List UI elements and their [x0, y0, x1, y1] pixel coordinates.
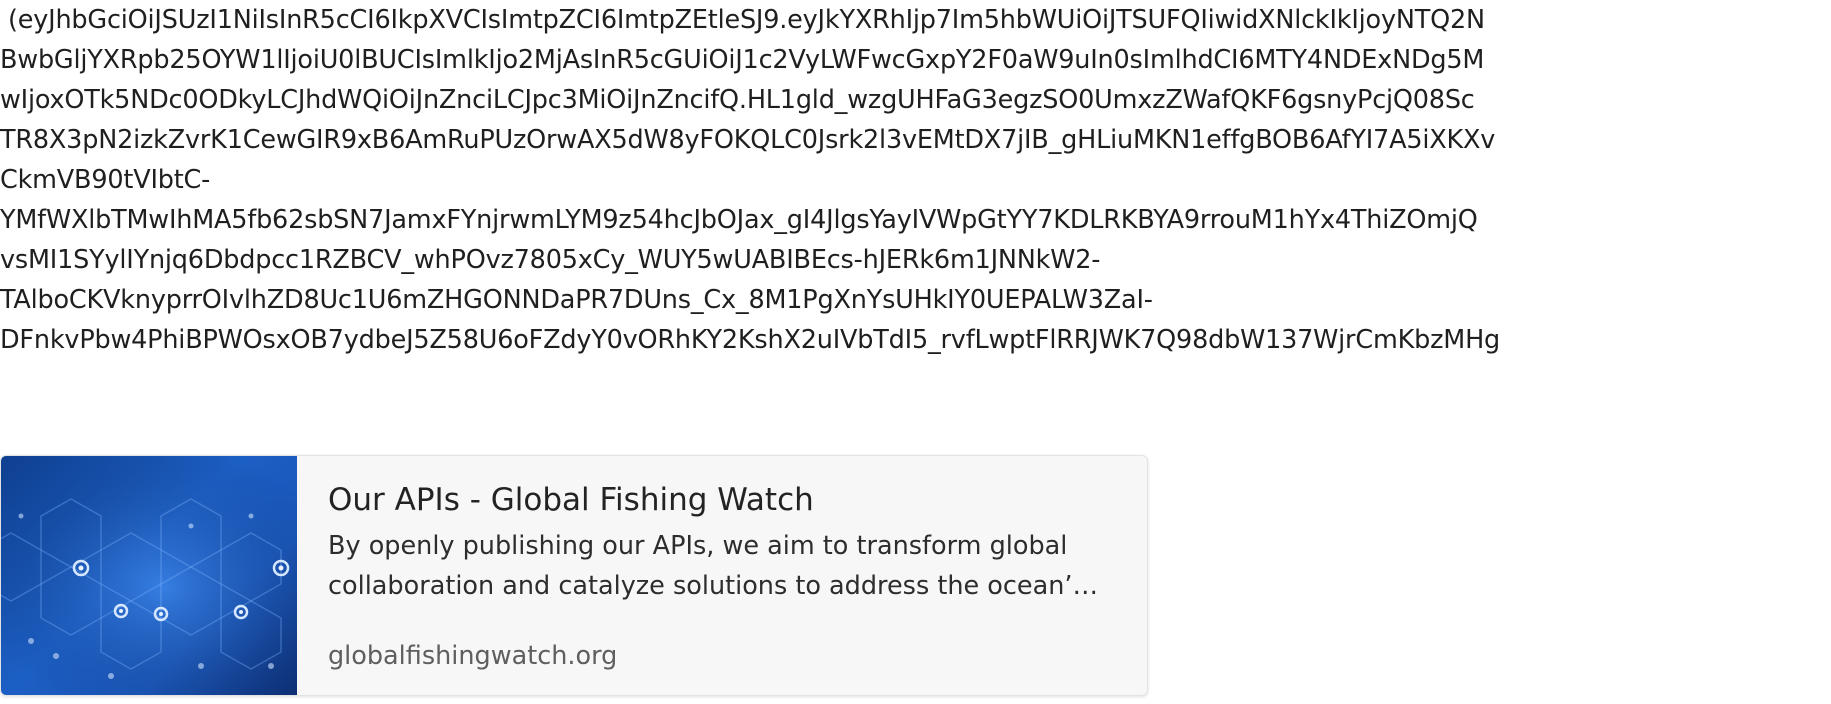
- link-preview-thumbnail: [1, 456, 297, 695]
- link-preview-body: Our APIs - Global Fishing Watch By openl…: [297, 456, 1147, 695]
- jwt-token-text: (eyJhbGciOiJSUzI1NiIsInR5cCI6IkpXVCIsImt…: [0, 0, 1831, 360]
- hexagon-gears-icon: [1, 456, 297, 695]
- link-preview-card[interactable]: Our APIs - Global Fishing Watch By openl…: [0, 455, 1148, 696]
- link-preview-title[interactable]: Our APIs - Global Fishing Watch: [328, 480, 1117, 520]
- token-line: BwbGljYXRpb25OYW1lIjoiU0lBUCIsImlkIjo2Mj…: [0, 45, 1485, 75]
- link-preview-description: By openly publishing our APIs, we aim to…: [328, 531, 1098, 601]
- link-preview-domain: globalfishingwatch.org: [328, 641, 618, 671]
- token-line: wIjoxOTk5NDc0ODkyLCJhdWQiOiJnZnciLCJpc3M…: [0, 85, 1475, 115]
- token-line: TR8X3pN2izkZvrK1CewGIR9xB6AmRuPUzOrwAX5d…: [0, 125, 1496, 155]
- token-line: DFnkvPbw4PhiBPWOsxOB7ydbeJ5Z58U6oFZdyY0v…: [0, 325, 1501, 355]
- token-line: vsMI1SYylIYnjq6Dbdpcc1RZBCV_whPOvz7805xC…: [0, 245, 1101, 275]
- token-line: YMfWXlbTMwIhMA5fb62sbSN7JamxFYnjrwmLYM9z…: [0, 205, 1478, 235]
- token-line: (eyJhbGciOiJSUzI1NiIsInR5cCI6IkpXVCIsImt…: [8, 5, 1485, 35]
- token-line: TAlboCKVknyprrOIvlhZD8Uc1U6mZHGONNDaPR7D…: [0, 285, 1153, 315]
- token-line: CkmVB90tVIbtC-: [0, 165, 211, 195]
